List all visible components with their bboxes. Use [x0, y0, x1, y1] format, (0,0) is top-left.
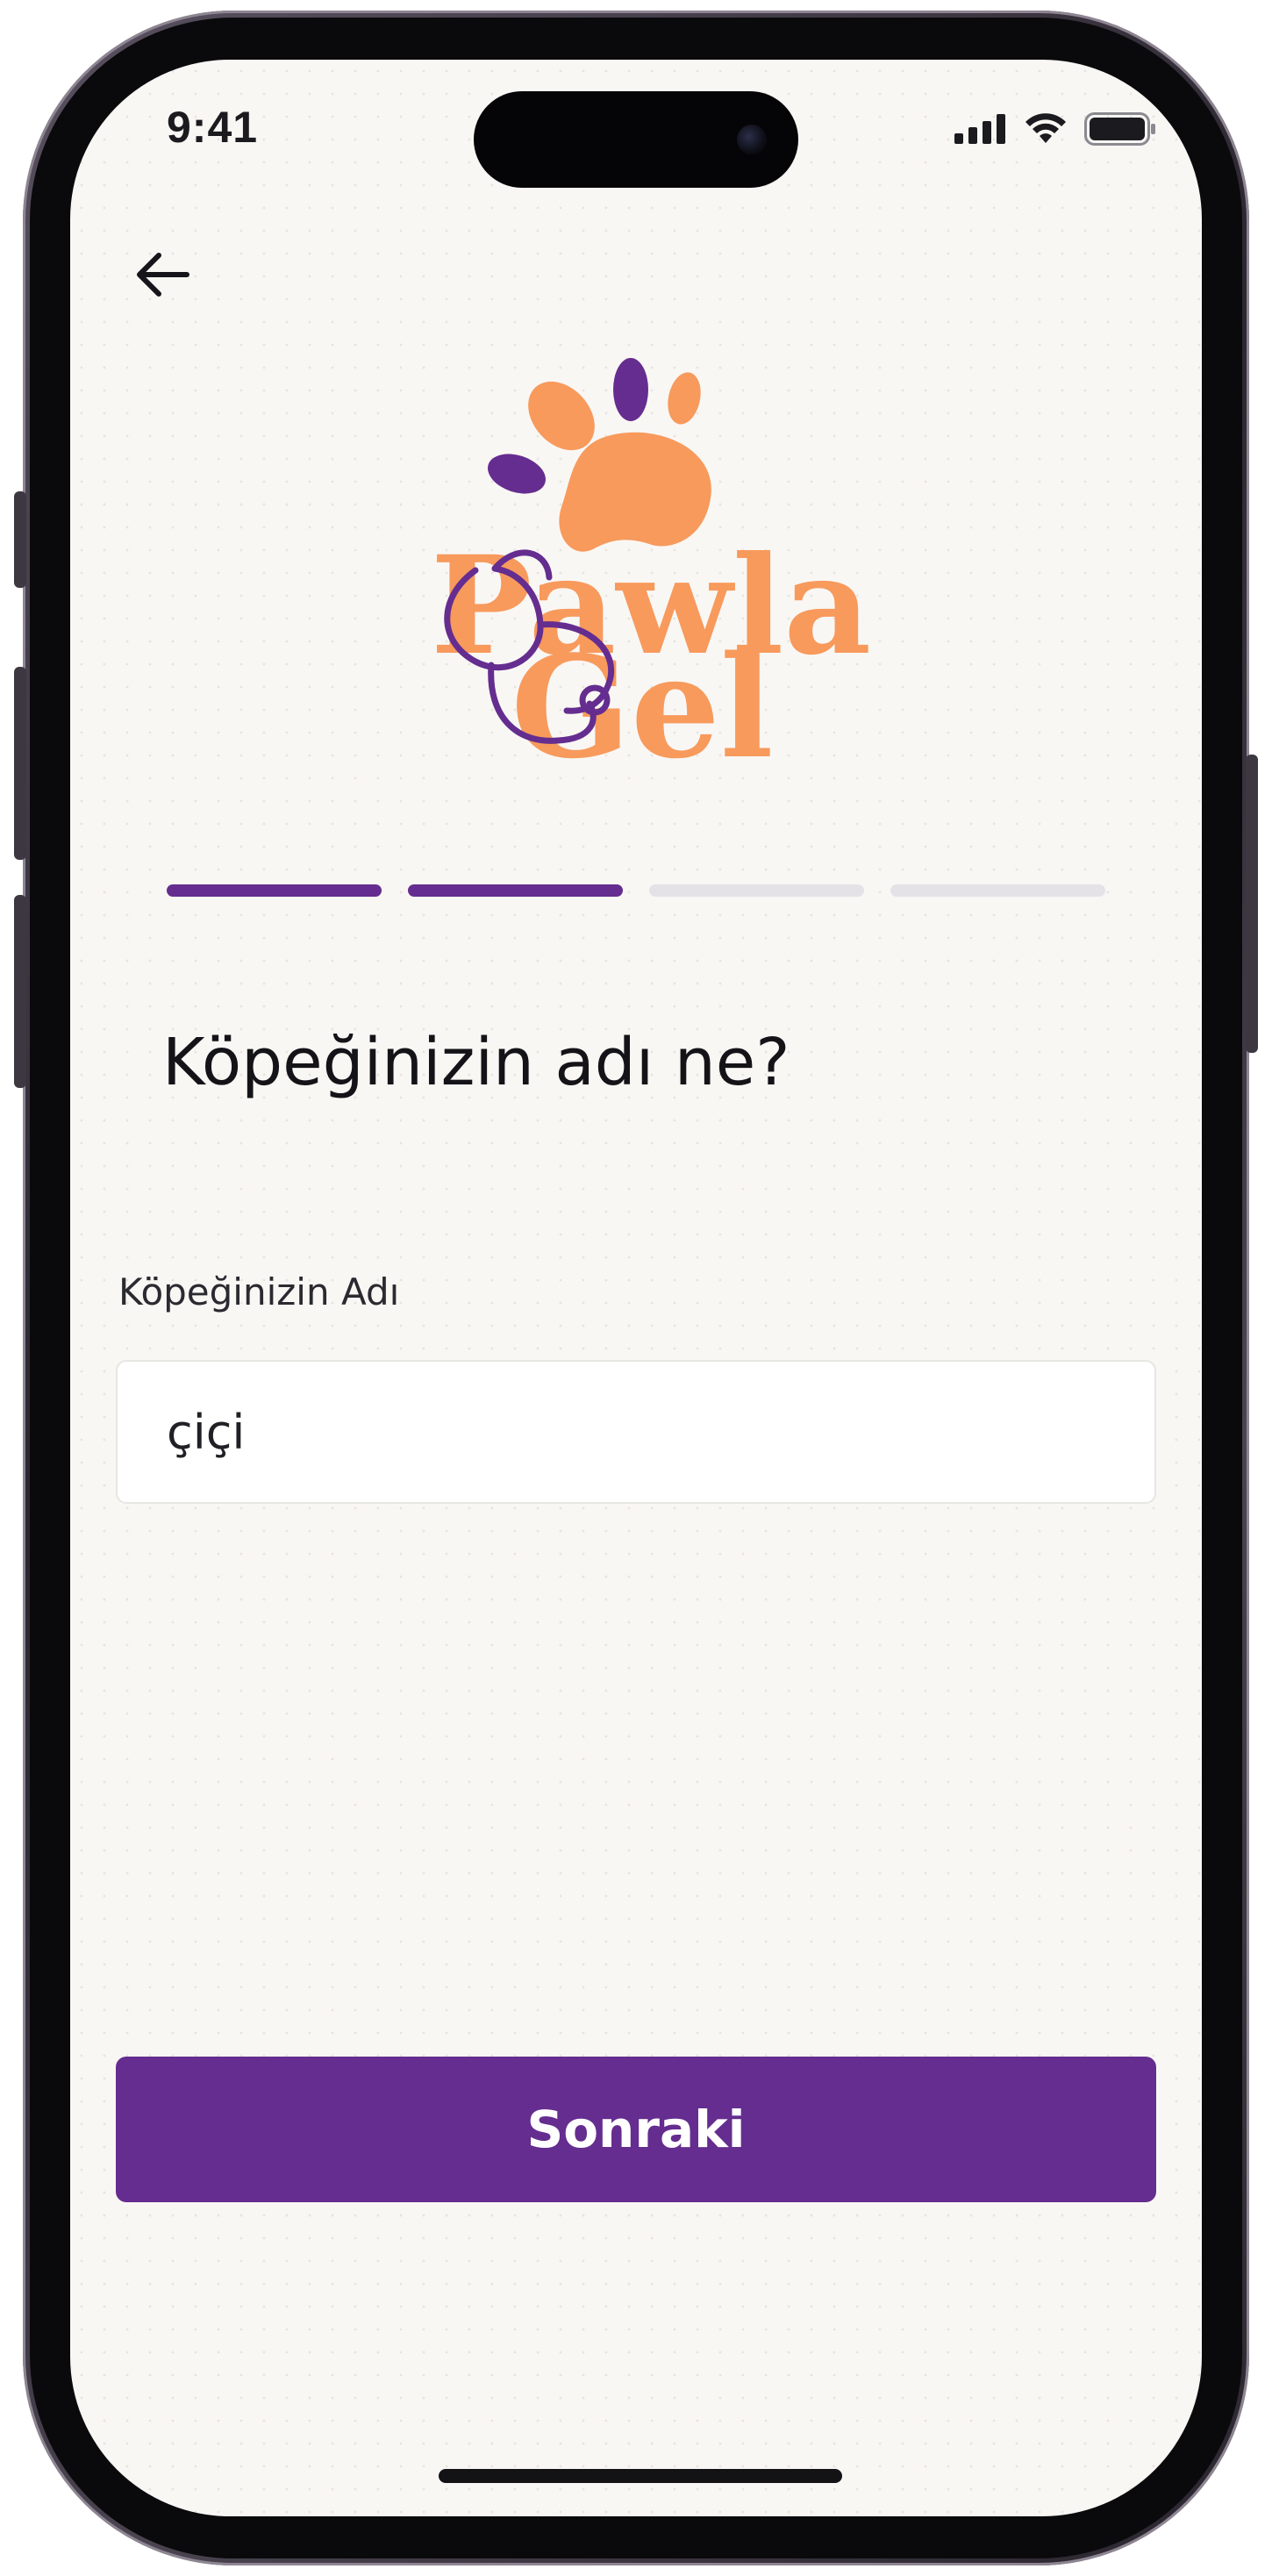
volume-up-button — [14, 667, 26, 860]
battery-icon — [1084, 112, 1155, 146]
action-button — [14, 491, 26, 588]
next-button[interactable]: Sonraki — [116, 2057, 1156, 2202]
cellular-signal-icon — [954, 114, 1005, 144]
arrow-left-icon — [137, 253, 189, 297]
page-title: Köpeğinizin adı ne? — [162, 1025, 790, 1100]
wifi-icon — [1025, 113, 1066, 143]
status-icons — [954, 112, 1156, 146]
status-time: 9:41 — [167, 103, 259, 152]
dog-name-input[interactable] — [116, 1360, 1156, 1504]
app-screen: 9:41 Pawla Gel Köpeğinizin adı ne? Köpeğ… — [70, 60, 1202, 2516]
home-indicator[interactable] — [439, 2469, 842, 2483]
dynamic-island — [474, 91, 798, 188]
dog-name-label: Köpeğinizin Adı — [118, 1270, 400, 1313]
back-button[interactable] — [123, 235, 202, 314]
progress-step-3 — [649, 884, 864, 897]
logo-text-gel: Gel — [511, 625, 773, 779]
step-progress-bar — [167, 884, 1105, 897]
progress-step-2 — [408, 884, 623, 897]
progress-step-4 — [890, 884, 1105, 897]
pawla-gel-logo: Pawla Gel — [386, 288, 912, 790]
power-button — [1246, 755, 1258, 1053]
camera-icon — [737, 125, 767, 154]
volume-down-button — [14, 895, 26, 1088]
progress-step-1 — [167, 884, 382, 897]
